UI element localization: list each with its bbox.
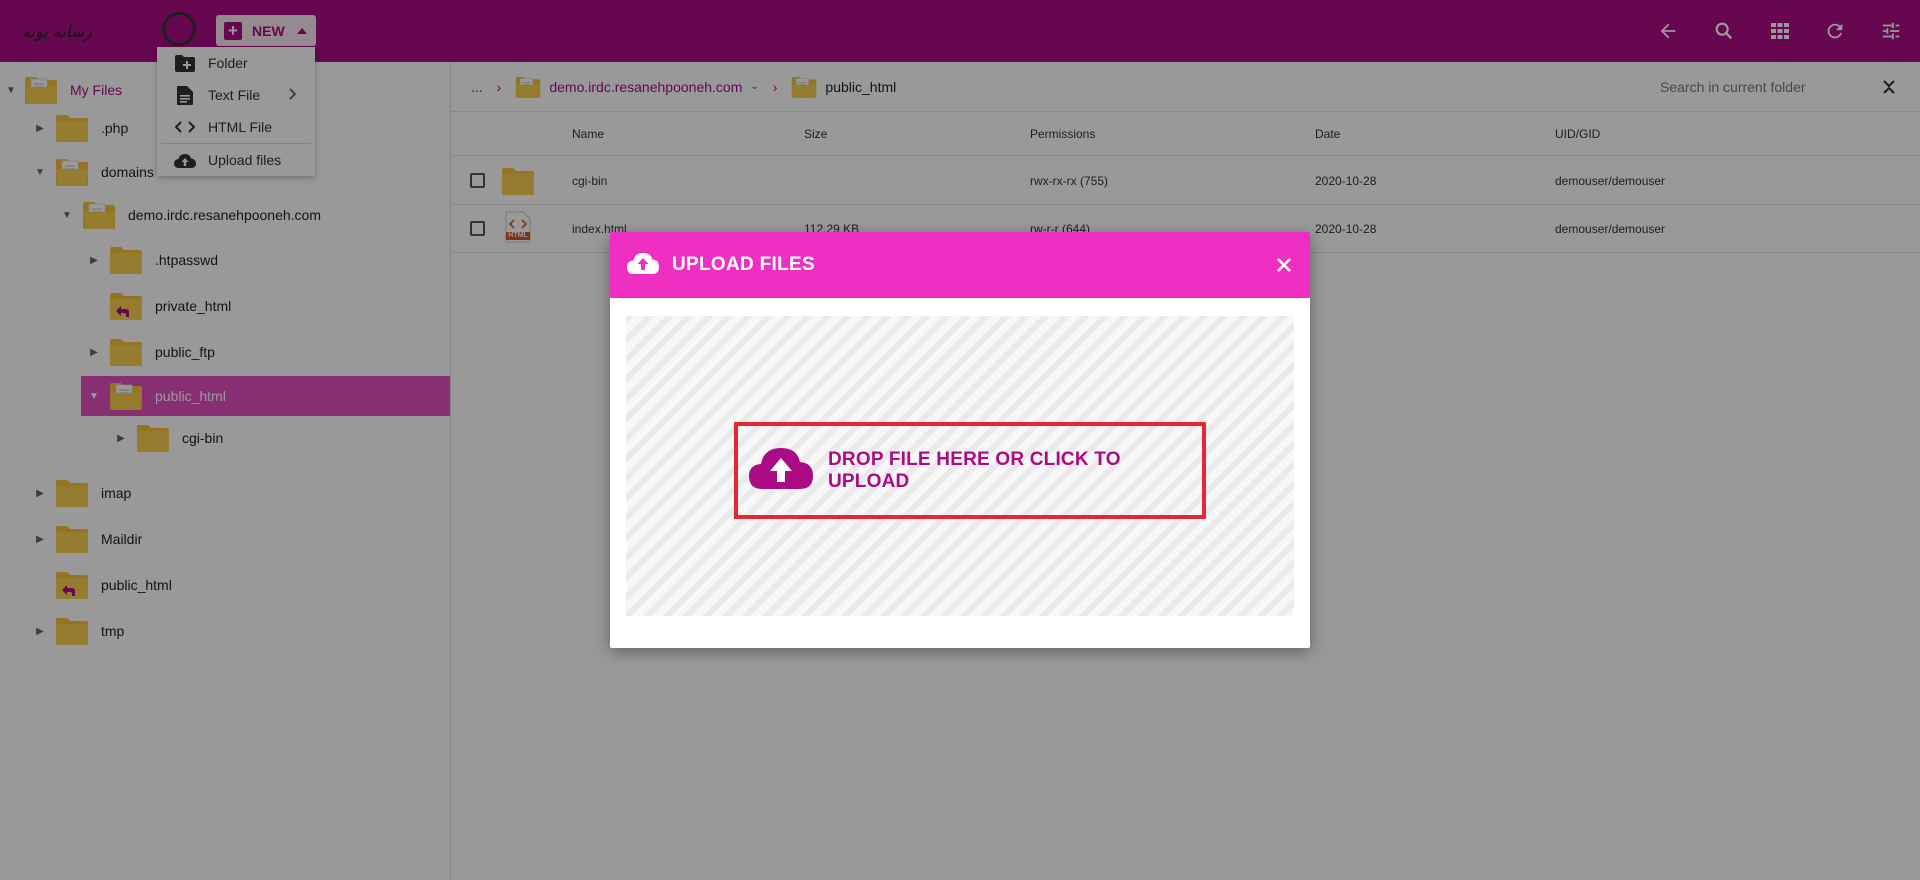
upload-files-dialog: UPLOAD FILES DROP FILE HERE OR CLICK TO … <box>610 232 1310 648</box>
drop-file-button[interactable]: DROP FILE HERE OR CLICK TO UPLOAD <box>734 422 1206 519</box>
drop-file-label: DROP FILE HERE OR CLICK TO UPLOAD <box>828 448 1121 492</box>
upload-dropzone[interactable]: DROP FILE HERE OR CLICK TO UPLOAD <box>626 316 1294 616</box>
cloud-upload-icon <box>626 251 660 280</box>
dialog-title: UPLOAD FILES <box>672 254 815 275</box>
cloud-upload-icon <box>748 446 814 495</box>
close-icon[interactable] <box>1272 253 1296 277</box>
dialog-header: UPLOAD FILES <box>610 232 1310 298</box>
